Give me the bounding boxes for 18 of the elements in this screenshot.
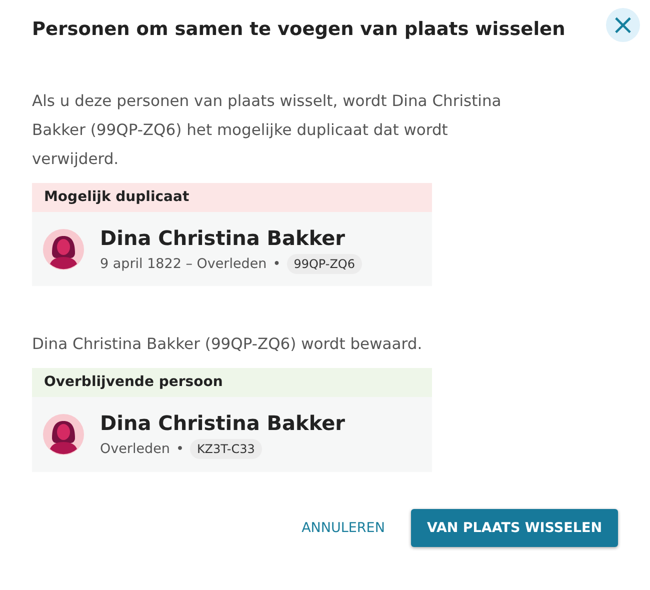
avatar-icon	[43, 414, 84, 456]
section-header: Mogelijk duplicaat	[32, 183, 432, 212]
person-details: Overleden	[100, 440, 170, 460]
section-header: Overblijvende persoon	[32, 368, 432, 398]
person-id: KZ3T-C33	[190, 439, 262, 460]
intro-text: Dina Christina Bakker (99QP-ZQ6) wordt bewaard.	[32, 334, 424, 356]
person-name: Dina Christina Bakker	[100, 225, 346, 251]
dialog-title: Personen om samen te voegen van plaats wisselen	[32, 18, 566, 42]
person-details: 9 april 1822 – Overleden	[100, 255, 267, 274]
bullet: •	[176, 440, 184, 460]
bullet: •	[272, 255, 281, 274]
swap-button[interactable]: VAN PLAATS WISSELEN	[410, 508, 618, 547]
person-name: Dina Christina Bakker	[100, 410, 346, 436]
intro-text: Als u deze personen van plaats wisselt, wordt Dina Christina Bakker (99QP-ZQ6) het mogelijke duplicaat dat wordt verwijderd.	[32, 91, 502, 170]
close-button[interactable]: ×	[606, 8, 640, 42]
person-id: 99QP-ZQ6	[286, 254, 362, 274]
avatar-icon	[43, 229, 84, 270]
cancel-button[interactable]: ANNULEREN	[292, 510, 395, 546]
